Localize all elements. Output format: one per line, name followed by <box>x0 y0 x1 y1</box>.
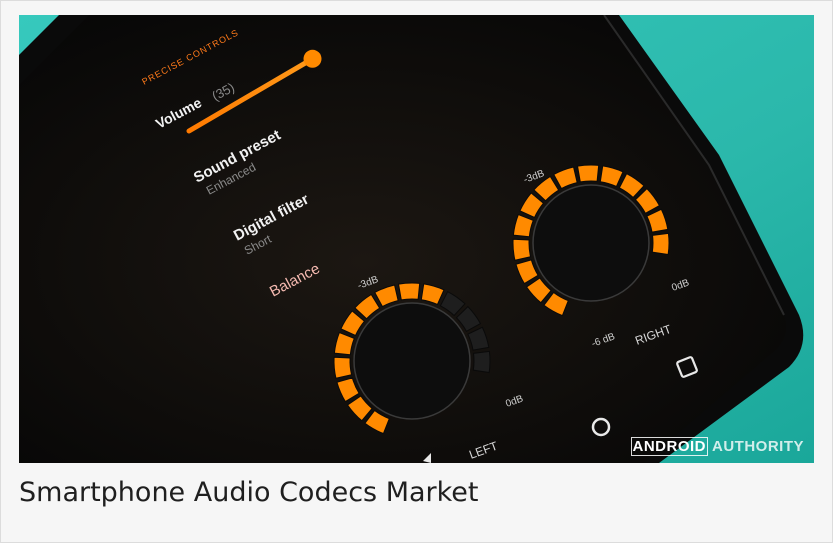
volume-slider-thumb[interactable] <box>303 49 322 68</box>
article-photo[interactable]: PRECISE CONTROLS Volume (35) Sound prese… <box>19 15 814 463</box>
watermark: ANDROID AUTHORITY <box>630 437 805 456</box>
knob-segment <box>512 238 532 261</box>
article-card: PRECISE CONTROLS Volume (35) Sound prese… <box>0 0 833 543</box>
article-caption[interactable]: Smartphone Audio Codecs Market <box>19 475 814 511</box>
watermark-part-b: AUTHORITY <box>712 438 804 455</box>
knob-segment <box>576 164 600 183</box>
watermark-part-a: ANDROID <box>630 437 708 456</box>
knob-segment <box>397 282 421 301</box>
knob-segment <box>472 350 491 374</box>
knob-segment <box>651 232 670 256</box>
knob-segment <box>333 356 353 379</box>
